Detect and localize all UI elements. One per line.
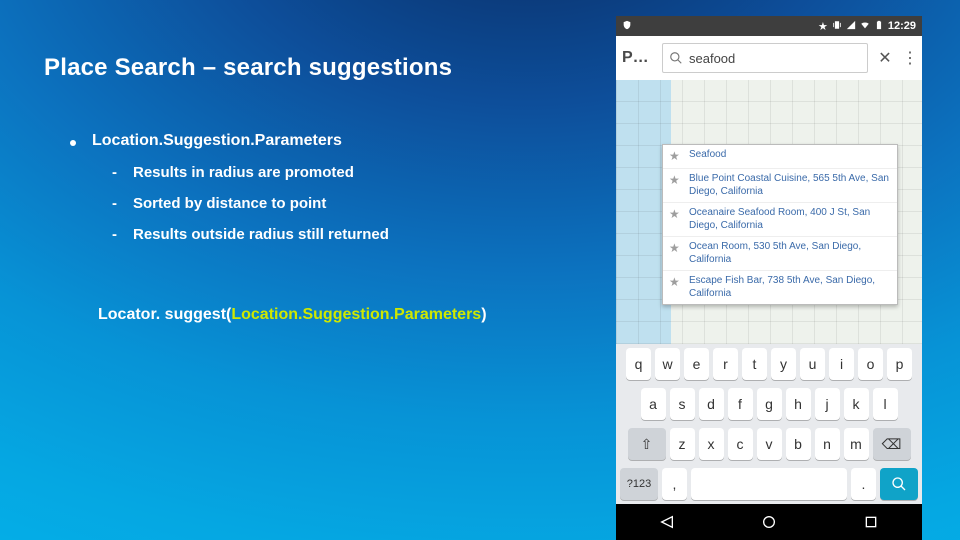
period-key[interactable]: . (851, 468, 876, 500)
key[interactable]: c (728, 428, 753, 460)
battery-icon (874, 20, 884, 33)
suggestion-item[interactable]: ★ Seafood (663, 145, 897, 169)
suggestion-text: Blue Point Coastal Cuisine, 565 5th Ave,… (689, 173, 891, 198)
nav-recent-icon[interactable] (863, 514, 879, 530)
suggestion-text: Seafood (689, 149, 726, 164)
star-icon: ★ (818, 20, 828, 33)
sub-bullet-list: -Results in radius are promoted -Sorted … (112, 164, 389, 243)
shield-icon (622, 20, 632, 33)
search-box[interactable]: seafood (662, 43, 868, 73)
space-key[interactable] (691, 468, 847, 500)
bullet-main: Location.Suggestion.Parameters (92, 132, 342, 150)
key[interactable]: x (699, 428, 724, 460)
status-right: ★ 12:29 (818, 20, 916, 33)
search-action-key[interactable] (880, 468, 918, 500)
status-time: 12:29 (888, 20, 916, 32)
key[interactable]: z (670, 428, 695, 460)
code-param: Location.Suggestion.Parameters (231, 306, 481, 323)
clear-search-button[interactable]: ✕ (874, 48, 896, 68)
key[interactable]: l (873, 388, 898, 420)
map-background[interactable]: ★Seafood ★Blue Point Coastal Cuisine, 56… (616, 80, 922, 344)
key[interactable]: d (699, 388, 724, 420)
key[interactable]: u (800, 348, 825, 380)
sub-bullet: -Results in radius are promoted (112, 164, 389, 181)
dash-icon: - (112, 226, 117, 243)
key[interactable]: s (670, 388, 695, 420)
signal-icon (846, 20, 856, 33)
search-icon (669, 51, 683, 65)
key[interactable]: a (641, 388, 666, 420)
slide: Place Search – search suggestions Locati… (0, 0, 960, 540)
sub-bullet: -Sorted by distance to point (112, 195, 389, 212)
star-icon: ★ (669, 207, 683, 232)
code-prefix: Locator. suggest( (98, 306, 231, 323)
key-row-4: ?123 , . (616, 464, 922, 504)
comma-key[interactable]: , (662, 468, 687, 500)
wifi-icon (860, 20, 870, 33)
overflow-menu-button[interactable]: ⋮ (902, 48, 916, 68)
suggestion-item[interactable]: ★Escape Fish Bar, 738 5th Ave, San Diego… (663, 271, 897, 304)
code-line: Locator. suggest(Location.Suggestion.Par… (98, 306, 487, 324)
search-icon (891, 476, 907, 492)
bullet-dot-icon (70, 140, 76, 146)
key[interactable]: r (713, 348, 738, 380)
toolbar-back-label[interactable]: P… (622, 49, 656, 67)
phone-mock: ★ 12:29 P… seafood ✕ ⋮ ★Seafood ★Blue Po… (616, 16, 922, 524)
shift-key[interactable]: ⇧ (628, 428, 666, 460)
key-row-1: q w e r t y u i o p (616, 344, 922, 384)
star-icon: ★ (669, 173, 683, 198)
suggestions-panel: ★Seafood ★Blue Point Coastal Cuisine, 56… (662, 144, 898, 305)
key[interactable]: n (815, 428, 840, 460)
key[interactable]: j (815, 388, 840, 420)
key[interactable]: m (844, 428, 869, 460)
code-suffix: ) (481, 306, 486, 323)
key[interactable]: k (844, 388, 869, 420)
key[interactable]: w (655, 348, 680, 380)
status-bar: ★ 12:29 (616, 16, 922, 36)
slide-title: Place Search – search suggestions (44, 54, 452, 82)
key[interactable]: t (742, 348, 767, 380)
suggestion-text: Escape Fish Bar, 738 5th Ave, San Diego,… (689, 275, 891, 300)
nav-back-icon[interactable] (659, 514, 675, 530)
key[interactable]: q (626, 348, 651, 380)
sub-bullet-text: Results outside radius still returned (133, 226, 389, 243)
android-navbar (616, 504, 922, 540)
dash-icon: - (112, 164, 117, 181)
key[interactable]: i (829, 348, 854, 380)
key[interactable]: f (728, 388, 753, 420)
search-input[interactable]: seafood (689, 51, 735, 66)
suggestion-text: Ocean Room, 530 5th Ave, San Diego, Cali… (689, 241, 891, 266)
suggestion-item[interactable]: ★Ocean Room, 530 5th Ave, San Diego, Cal… (663, 237, 897, 271)
symbols-key[interactable]: ?123 (620, 468, 658, 500)
sub-bullet: -Results outside radius still returned (112, 226, 389, 243)
key-row-3: ⇧ z x c v b n m ⌫ (616, 424, 922, 464)
app-toolbar: P… seafood ✕ ⋮ (616, 36, 922, 80)
soft-keyboard: q w e r t y u i o p a s d f g h j k l (616, 344, 922, 504)
suggestion-item[interactable]: ★Blue Point Coastal Cuisine, 565 5th Ave… (663, 169, 897, 203)
key[interactable]: y (771, 348, 796, 380)
sub-bullet-text: Results in radius are promoted (133, 164, 354, 181)
sub-bullet-text: Sorted by distance to point (133, 195, 326, 212)
star-icon: ★ (669, 275, 683, 300)
suggestion-text: Oceanaire Seafood Room, 400 J St, San Di… (689, 207, 891, 232)
star-icon: ★ (669, 149, 683, 164)
key[interactable]: e (684, 348, 709, 380)
backspace-key[interactable]: ⌫ (873, 428, 911, 460)
nav-home-icon[interactable] (761, 514, 777, 530)
star-icon: ★ (669, 241, 683, 266)
key-row-2: a s d f g h j k l (616, 384, 922, 424)
key[interactable]: b (786, 428, 811, 460)
key[interactable]: v (757, 428, 782, 460)
key[interactable]: p (887, 348, 912, 380)
bullet-main-row: Location.Suggestion.Parameters (70, 132, 389, 150)
key[interactable]: h (786, 388, 811, 420)
bullet-block: Location.Suggestion.Parameters -Results … (70, 132, 389, 257)
key[interactable]: o (858, 348, 883, 380)
dash-icon: - (112, 195, 117, 212)
vibrate-icon (832, 20, 842, 33)
key[interactable]: g (757, 388, 782, 420)
suggestion-item[interactable]: ★Oceanaire Seafood Room, 400 J St, San D… (663, 203, 897, 237)
